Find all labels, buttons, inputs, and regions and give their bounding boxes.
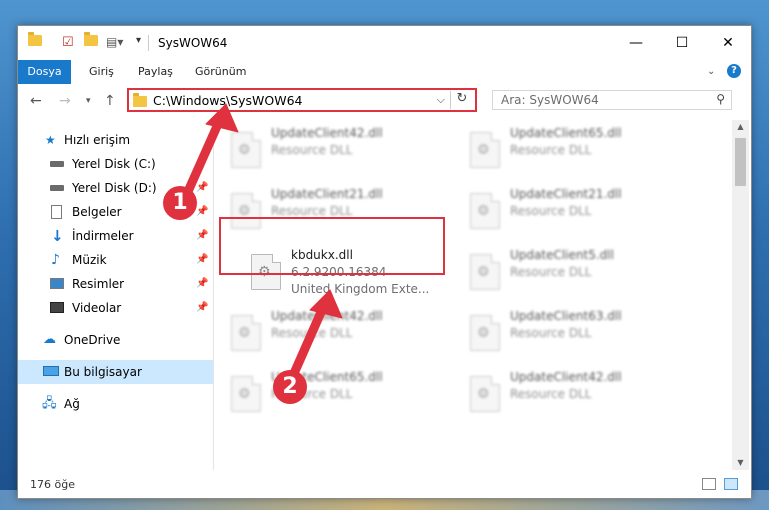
videos-icon: [50, 302, 64, 313]
customize-toolbar-icon[interactable]: ▤▾: [106, 35, 123, 51]
pin-icon[interactable]: 📌: [196, 272, 208, 296]
close-button[interactable]: ✕: [705, 26, 751, 60]
callout-2: 2: [273, 370, 307, 404]
documents-icon: [51, 205, 62, 219]
music-icon: ♪: [51, 252, 60, 268]
nav-item-local-disk-c[interactable]: Yerel Disk (C:): [18, 152, 213, 176]
recent-locations-icon[interactable]: ▾: [86, 96, 91, 106]
nav-item-videos[interactable]: Videolar 📌: [18, 296, 213, 320]
file-tile[interactable]: ⚙ UpdateClient42.dll Resource DLL: [219, 124, 439, 180]
gear-icon: ⚙: [238, 325, 251, 341]
file-tile[interactable]: ⚙ UpdateClient65.dll Resource DLL: [458, 124, 678, 180]
star-icon: ★: [45, 133, 56, 147]
window-title: SysWOW64: [158, 36, 228, 50]
scroll-down-icon[interactable]: ▼: [732, 458, 749, 467]
quick-access-dropdown-icon[interactable]: ▾: [136, 35, 141, 51]
pin-icon[interactable]: 📌: [196, 248, 208, 272]
gear-icon: ⚙: [477, 203, 490, 219]
gear-icon: ⚙: [238, 142, 251, 158]
vertical-scrollbar[interactable]: ▲ ▼: [732, 120, 749, 470]
maximize-button[interactable]: ☐: [659, 26, 705, 60]
drive-icon: [50, 185, 64, 191]
title-bar: ☑ ▤▾ ▾ SysWOW64 — ☐ ✕: [18, 26, 751, 60]
address-row: ← → ▾ ↑ C:\Windows\SysWOW64 ⌵ ↻ Ara: Sys…: [18, 84, 751, 120]
file-tile[interactable]: ⚙ UpdateClient42.dll Resource DLL: [458, 368, 678, 424]
properties-icon[interactable]: ☑: [62, 35, 74, 51]
gear-icon: ⚙: [477, 142, 490, 158]
status-bar: 176 öğe: [18, 474, 751, 496]
up-arrow-icon[interactable]: ↑: [104, 93, 116, 109]
tab-share[interactable]: Paylaş: [138, 60, 173, 84]
download-icon: ↓: [51, 227, 64, 245]
search-input[interactable]: Ara: SysWOW64 ⚲: [492, 90, 732, 110]
refresh-icon[interactable]: ↻: [450, 91, 473, 109]
kbdukx-highlight: [219, 217, 445, 275]
title-divider: [148, 35, 149, 51]
pin-icon[interactable]: 📌: [196, 224, 208, 248]
item-count: 176 öğe: [30, 478, 75, 491]
folder-icon: [133, 93, 147, 110]
gear-icon: ⚙: [238, 386, 251, 402]
gear-icon: ⚙: [477, 325, 490, 341]
drive-icon: [50, 161, 64, 167]
minimize-button[interactable]: —: [613, 26, 659, 60]
gear-icon: ⚙: [477, 264, 490, 280]
callout-1: 1: [163, 186, 197, 220]
tab-file[interactable]: Dosya: [18, 60, 71, 84]
file-tile[interactable]: ⚙ UpdateClient63.dll Resource DLL: [458, 307, 678, 363]
ribbon-tabs: Dosya Giriş Paylaş Görünüm ⌄ ?: [18, 60, 751, 84]
details-view-icon[interactable]: [702, 478, 716, 490]
back-arrow-icon[interactable]: ←: [30, 93, 42, 109]
nav-item-this-pc[interactable]: Bu bilgisayar: [18, 360, 213, 384]
nav-item-onedrive[interactable]: ☁ OneDrive: [18, 328, 213, 352]
pin-icon[interactable]: 📌: [196, 296, 208, 320]
pin-icon[interactable]: 📌: [196, 176, 208, 200]
file-tile[interactable]: ⚙ UpdateClient21.dll Resource DLL: [458, 185, 678, 241]
file-tile[interactable]: ⚙ UpdateClient5.dll Resource DLL: [458, 246, 678, 302]
pictures-icon: [50, 278, 64, 289]
network-icon: 🖧: [42, 396, 57, 411]
gear-icon: ⚙: [477, 386, 490, 402]
new-folder-icon[interactable]: [84, 32, 98, 51]
chevron-down-icon[interactable]: ⌵: [437, 93, 445, 107]
pin-icon[interactable]: 📌: [196, 200, 208, 224]
scrollbar-thumb[interactable]: [735, 138, 746, 186]
nav-item-pictures[interactable]: Resimler 📌: [18, 272, 213, 296]
address-path: C:\Windows\SysWOW64: [153, 93, 303, 108]
file-tile[interactable]: ⚙ UpdateClient42.dll Resource DLL: [219, 307, 439, 363]
folder-icon: [28, 32, 42, 51]
search-placeholder: Ara: SysWOW64: [501, 93, 599, 107]
file-list: ⚙ UpdateClient42.dll Resource DLL ⚙ Upda…: [214, 120, 732, 470]
tab-home[interactable]: Giriş: [89, 60, 114, 84]
nav-item-network[interactable]: 🖧 Ağ: [18, 392, 213, 416]
help-icon[interactable]: ?: [727, 64, 741, 78]
cloud-icon: ☁: [43, 332, 56, 347]
large-icons-view-icon[interactable]: [724, 478, 738, 490]
file-tile[interactable]: ⚙ UpdateClient65.dll Resource DLL: [219, 368, 439, 424]
scroll-up-icon[interactable]: ▲: [732, 122, 749, 131]
nav-item-quick-access[interactable]: ★ Hızlı erişim: [18, 128, 213, 152]
forward-arrow-icon[interactable]: →: [59, 93, 71, 109]
navigation-pane: ★ Hızlı erişim Yerel Disk (C:) Yerel Dis…: [18, 120, 214, 470]
search-icon: ⚲: [716, 92, 725, 106]
nav-item-music[interactable]: ♪ Müzik 📌: [18, 248, 213, 272]
tab-view[interactable]: Görünüm: [195, 60, 246, 84]
address-bar[interactable]: C:\Windows\SysWOW64 ⌵ ↻: [127, 88, 477, 112]
nav-item-downloads[interactable]: ↓ İndirmeler 📌: [18, 224, 213, 248]
ribbon-expand-icon[interactable]: ⌄: [707, 60, 715, 84]
computer-icon: [43, 366, 59, 376]
